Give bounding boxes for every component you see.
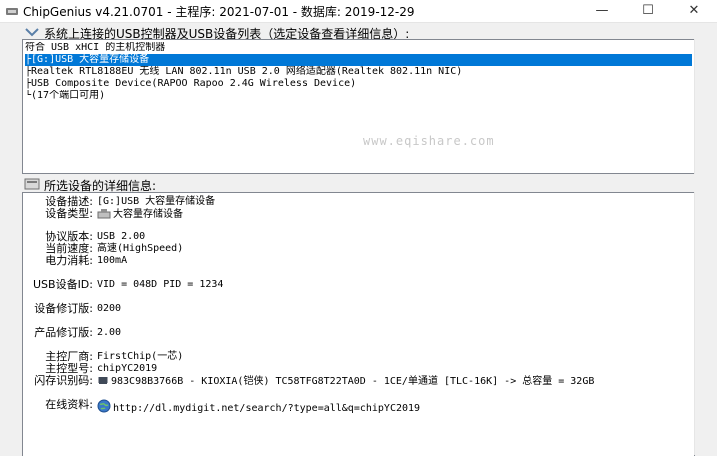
detail-label: 闪存识别码: — [34, 374, 93, 387]
detail-label: 电力消耗: — [45, 254, 93, 267]
chip-icon — [98, 377, 108, 384]
detail-value-with-icon: 983C98B3766B - KIOXIA(铠侠) TC58TFG8T22TA0… — [97, 375, 594, 388]
device-type-text: 大容量存储设备 — [113, 209, 183, 220]
device-list[interactable]: 符合 USB xHCI 的主机控制器 ├[G:]USB 大容量存储设备 ├Rea… — [22, 39, 695, 174]
detail-label: USB设备ID: — [32, 278, 93, 291]
title-bar: ChipGenius v4.21.0701 - 主程序: 2021-07-01 … — [0, 0, 717, 23]
list-item-selected[interactable]: ├[G:]USB 大容量存储设备 — [25, 54, 692, 66]
device-list-scrollbar[interactable] — [694, 39, 711, 174]
detail-label: 产品修订版: — [34, 326, 93, 339]
detail-label: 设备修订版: — [34, 302, 93, 315]
detail-value: 高速(HighSpeed) — [97, 243, 184, 254]
list-item[interactable]: 符合 USB xHCI 的主机控制器 — [25, 42, 692, 54]
maximize-button[interactable]: ☐ — [625, 0, 671, 22]
usb-drive-icon — [97, 209, 111, 219]
details-scrollbar[interactable] — [694, 192, 711, 455]
details-panel: 设备描述: [G:]USB 大容量存储设备 设备类型: 大容量存储设备 协议版本… — [22, 192, 695, 456]
online-link-row[interactable]: http://dl.mydigit.net/search/?type=all&q… — [97, 399, 420, 415]
globe-icon — [97, 399, 111, 413]
list-item[interactable]: ├USB Composite Device(RAPOO Rapoo 2.4G W… — [25, 78, 692, 90]
window-title: ChipGenius v4.21.0701 - 主程序: 2021-07-01 … — [23, 5, 415, 19]
detail-label: 在线资料: — [45, 398, 93, 411]
minimize-button[interactable]: — — [579, 0, 625, 22]
detail-value: FirstChip(一芯) — [97, 351, 184, 362]
watermark: www.eqishare.com — [363, 134, 495, 148]
detail-value: 100mA — [97, 255, 128, 266]
detail-label: 设备类型: — [45, 207, 93, 220]
detail-value: 2.00 — [97, 327, 122, 338]
detail-value: [G:]USB 大容量存储设备 — [97, 196, 216, 207]
close-button[interactable]: ✕ — [671, 0, 717, 22]
flash-id-text: 983C98B3766B - KIOXIA(铠侠) TC58TFG8T22TA0… — [111, 376, 595, 387]
detail-value-with-icon: 大容量存储设备 — [97, 208, 183, 221]
detail-value: 0200 — [97, 303, 122, 314]
list-item[interactable]: ├Realtek RTL8188EU 无线 LAN 802.11n USB 2.… — [25, 66, 692, 78]
online-link[interactable]: http://dl.mydigit.net/search/?type=all&q… — [113, 403, 420, 414]
app-icon — [6, 8, 18, 15]
info-panel-icon — [24, 178, 40, 190]
detail-value: VID = 048D PID = 1234 — [97, 279, 224, 290]
detail-value: chipYC2019 — [97, 363, 158, 374]
list-item[interactable]: └(17个端口可用) — [25, 90, 692, 102]
detail-value: USB 2.00 — [97, 231, 146, 242]
chevron-down-icon — [25, 28, 39, 37]
